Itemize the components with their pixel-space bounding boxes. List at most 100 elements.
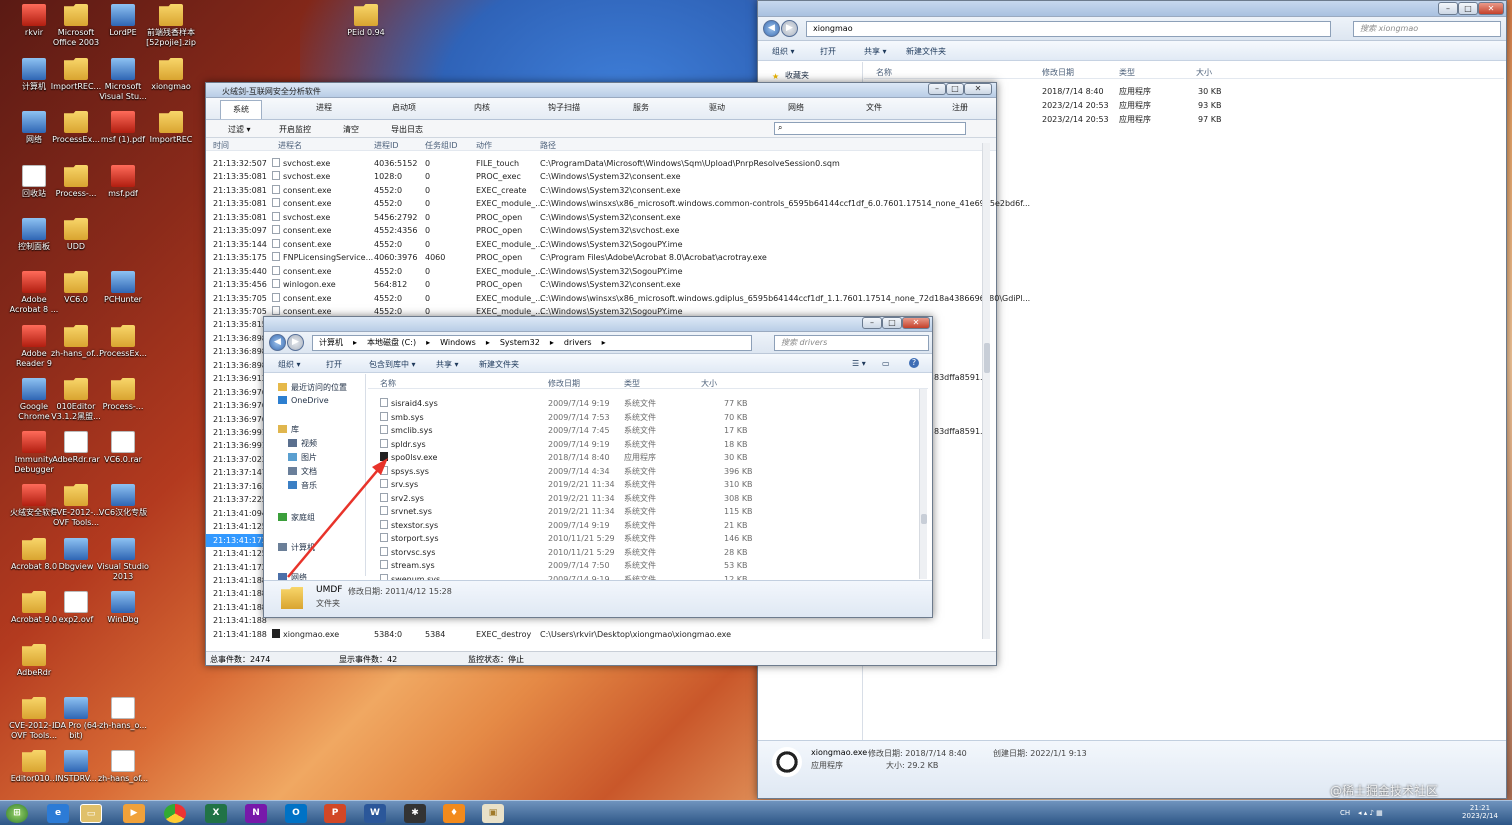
back-button[interactable]: ◀ — [269, 334, 286, 351]
open-button[interactable]: 打开 — [326, 359, 342, 370]
event-row[interactable]: 21:13:41:188 — [206, 587, 267, 600]
col-size[interactable]: 大小 — [701, 378, 717, 389]
event-row[interactable]: 21:13:36:898 — [206, 359, 267, 372]
event-row[interactable]: 21:13:35:815 — [206, 318, 267, 331]
help-icon[interactable]: ? — [909, 358, 919, 368]
file-row[interactable]: srv.sys 2019/2/21 11:34 系统文件 310 KB — [380, 478, 753, 491]
tab-8[interactable]: 文件 — [866, 102, 882, 113]
event-row[interactable]: 21:13:37:225 — [206, 493, 267, 506]
huorong-titlebar[interactable]: 火绒剑-互联网安全分析软件 – □ ✕ — [206, 83, 996, 98]
col-action[interactable]: 动作 — [476, 140, 492, 151]
event-row[interactable]: 21:13:37:023 — [206, 453, 267, 466]
address-bar[interactable]: xiongmao — [806, 21, 1331, 37]
event-row[interactable]: 21:13:36:913 — [206, 372, 267, 385]
breadcrumb-item[interactable]: drivers — [564, 338, 592, 347]
col-path[interactable]: 路径 — [540, 140, 556, 151]
filter-button[interactable]: 过滤 ▾ — [228, 124, 251, 135]
event-row[interactable]: 21:13:36:898 — [206, 332, 267, 345]
event-row[interactable]: 21:13:41:094 — [206, 507, 267, 520]
event-row[interactable]: 21:13:36:976 — [206, 399, 267, 412]
file-row[interactable]: srv2.sys 2019/2/21 11:34 系统文件 308 KB — [380, 492, 753, 505]
tab-4[interactable]: 钩子扫描 — [548, 102, 580, 113]
minimize-button[interactable]: – — [928, 83, 946, 95]
tab-9[interactable]: 注册 — [952, 102, 968, 113]
xiongmao-titlebar[interactable]: – □ ✕ — [758, 1, 1506, 17]
nav-item[interactable]: 最近访问的位置 — [278, 382, 347, 393]
file-row[interactable]: spsys.sys 2009/7/14 4:34 系统文件 396 KB — [380, 465, 753, 478]
file-row[interactable]: 2023/2/14 20:53 应用程序 97 KB — [1030, 113, 1250, 126]
desktop-icon[interactable]: Dbgview — [50, 538, 102, 572]
desktop-icon[interactable]: Process-... — [50, 165, 102, 199]
desktop-icon[interactable]: 前端残香样本 [52pojie].zip — [145, 4, 197, 48]
share-button[interactable]: 共享 ▾ — [436, 359, 459, 370]
desktop-icon[interactable]: VC6.0.rar — [97, 431, 149, 465]
col-date[interactable]: 修改日期 — [1042, 67, 1074, 78]
file-row[interactable]: 2018/7/14 8:40 应用程序 30 KB — [1030, 85, 1250, 98]
drivers-scrollbar[interactable] — [919, 389, 927, 579]
event-row[interactable]: 21:13:41:188 — [206, 614, 267, 627]
desktop-icon[interactable]: 010Editor V3.1.2黑盟... — [50, 378, 102, 422]
search-input[interactable]: 搜索 drivers — [774, 335, 929, 351]
desktop-icon[interactable]: ImportREC — [145, 111, 197, 145]
event-row[interactable]: 21:13:35:097 consent.exe 4552:4356 0 PROC_op… — [206, 224, 982, 237]
col-time[interactable]: 时间 — [213, 140, 229, 151]
event-row[interactable]: 21:13:32:507 svchost.exe 4036:5152 0 FILE_to… — [206, 157, 982, 170]
outlook-icon[interactable]: O — [285, 804, 307, 823]
file-row[interactable]: smclib.sys 2009/7/14 7:45 系统文件 17 KB — [380, 424, 750, 437]
event-row[interactable]: 21:13:35:456 winlogon.exe 564:812 0 PROC_ope… — [206, 278, 982, 291]
event-row[interactable]: 21:13:37:163 — [206, 480, 267, 493]
nav-favorites[interactable]: ★ 收藏夹 — [772, 70, 809, 81]
desktop-icon[interactable]: VC6.0 — [50, 271, 102, 305]
nav-item[interactable]: OneDrive — [278, 396, 329, 405]
minimize-button[interactable]: – — [1438, 2, 1458, 15]
file-row[interactable]: srvnet.sys 2019/2/21 11:34 系统文件 115 KB — [380, 505, 753, 518]
view-menu-icon[interactable]: ☰ ▾ — [852, 359, 866, 368]
event-row[interactable]: 21:13:36:976 — [206, 413, 267, 426]
immunity-icon[interactable]: ✱ — [404, 804, 426, 823]
file-row[interactable]: storvsc.sys 2010/11/21 5:29 系统文件 28 KB — [380, 546, 750, 559]
back-button[interactable]: ◀ — [763, 20, 780, 37]
clock[interactable]: 21:21 2023/2/14 — [1460, 804, 1500, 820]
event-row[interactable]: 21:13:36:976 — [206, 386, 267, 399]
excel-icon[interactable]: X — [205, 804, 227, 823]
event-row[interactable]: 21:13:35:705 consent.exe 4552:0 0 EXEC_modul… — [206, 292, 1030, 305]
desktop-icon[interactable]: msf.pdf — [97, 165, 149, 199]
file-row[interactable]: stream.sys 2009/7/14 7:50 系统文件 53 KB — [380, 559, 750, 572]
maximize-button[interactable]: □ — [946, 83, 964, 95]
tab-2[interactable]: 启动项 — [392, 102, 416, 113]
breadcrumb-separator-icon[interactable]: ▸ — [486, 338, 490, 347]
event-row[interactable]: 21:13:41:188 — [206, 574, 267, 587]
language-indicator[interactable]: CH — [1340, 809, 1350, 817]
desktop-icon[interactable]: Microsoft Office 2003 — [50, 4, 102, 48]
huorong-scrollbar[interactable] — [982, 143, 990, 639]
breadcrumb-separator-icon[interactable]: ▸ — [426, 338, 430, 347]
col-type[interactable]: 类型 — [624, 378, 640, 389]
desktop-icon[interactable]: ProcessEx... — [50, 111, 102, 145]
breadcrumb-separator-icon[interactable]: ▸ — [550, 338, 554, 347]
forward-button[interactable]: ▶ — [781, 20, 798, 37]
desktop-icon[interactable]: IDA Pro (64-bit) — [50, 697, 102, 741]
start-monitor-button[interactable]: 开启监控 — [279, 124, 311, 135]
open-button[interactable]: 打开 — [820, 46, 836, 57]
event-row[interactable]: 21:13:41:125 — [206, 520, 267, 533]
powerpoint-icon[interactable]: P — [324, 804, 346, 823]
start-button[interactable]: ⊞ — [6, 804, 28, 823]
onenote-icon[interactable]: N — [245, 804, 267, 823]
event-row[interactable]: 21:13:41:172 — [206, 561, 267, 574]
maximize-button[interactable]: □ — [1458, 2, 1478, 15]
desktop-icon[interactable]: UDD — [50, 218, 102, 252]
clear-button[interactable]: 清空 — [343, 124, 359, 135]
preview-pane-icon[interactable]: ▭ — [882, 359, 890, 368]
event-row[interactable]: 21:13:36:991 — [206, 439, 267, 452]
event-row[interactable]: 21:13:41:125 — [206, 547, 267, 560]
tab-3[interactable]: 内核 — [474, 102, 490, 113]
desktop-icon[interactable]: PCHunter — [97, 271, 149, 305]
col-size[interactable]: 大小 — [1196, 67, 1212, 78]
breadcrumb-item[interactable]: 本地磁盘 (C:) — [367, 338, 416, 347]
include-in-library-button[interactable]: 包含到库中 ▾ — [369, 359, 416, 370]
file-row[interactable]: storport.sys 2010/11/21 5:29 系统文件 146 KB — [380, 532, 753, 545]
desktop-icon[interactable]: Visual Studio 2013 — [97, 538, 149, 582]
export-log-button[interactable]: 导出日志 — [391, 124, 423, 135]
desktop-icon[interactable]: zh-hans_o... — [97, 697, 149, 731]
event-row[interactable]: 21:13:36:991 — [206, 426, 267, 439]
